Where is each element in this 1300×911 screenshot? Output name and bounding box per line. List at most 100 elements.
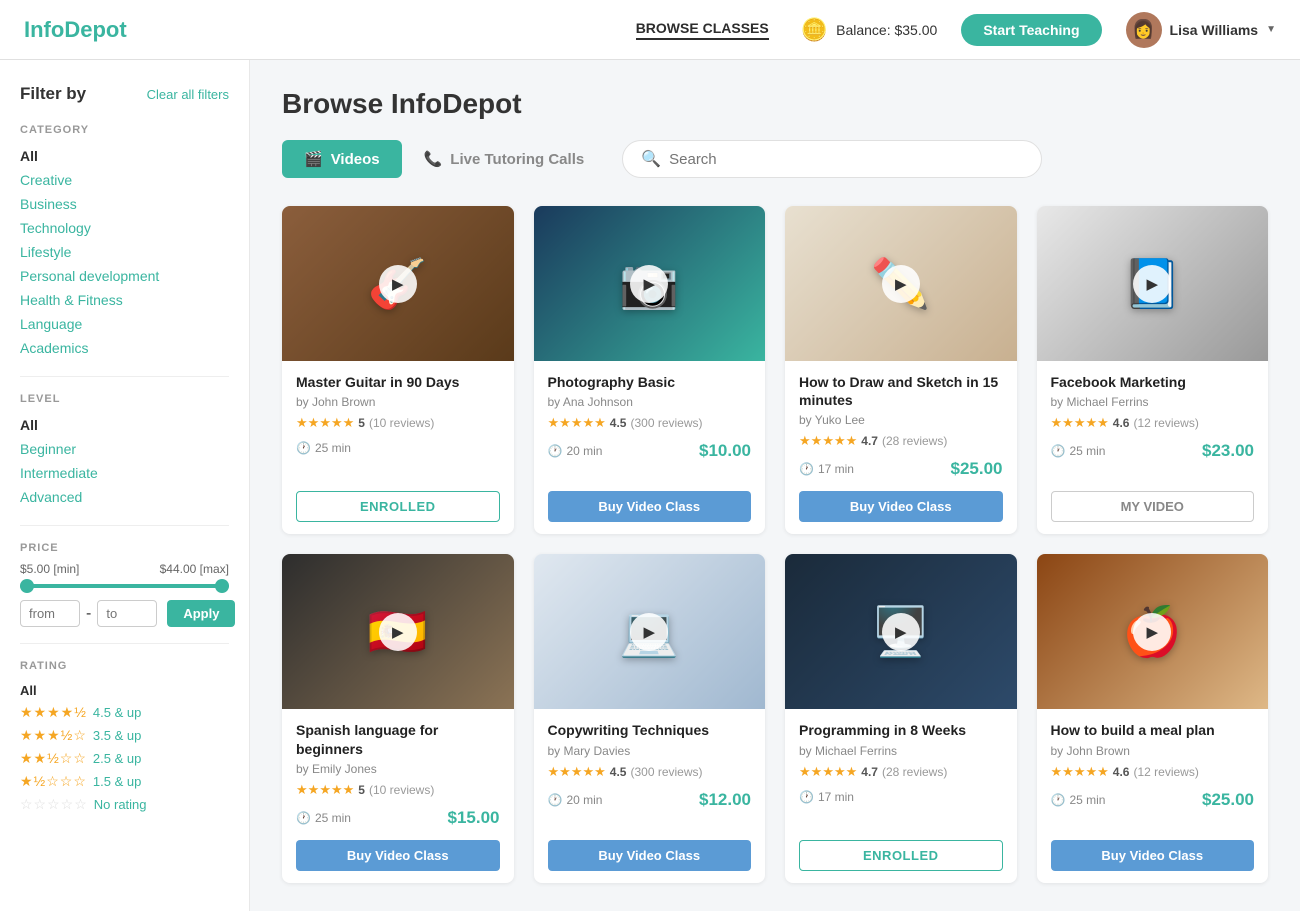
rating-4-5[interactable]: ★★★★½ 4.5 & up [20, 701, 229, 724]
buy-button[interactable]: Buy Video Class [799, 491, 1003, 522]
buy-button[interactable]: Buy Video Class [548, 491, 752, 522]
rating-none[interactable]: ☆☆☆☆☆ No rating [20, 793, 229, 816]
buy-button[interactable]: Buy Video Class [1051, 840, 1255, 871]
play-button[interactable]: ▶ [630, 265, 668, 303]
course-rating-row: ★★★★★ 4.7 (28 reviews) [799, 433, 1003, 449]
buy-button[interactable]: Buy Video Class [548, 840, 752, 871]
tab-tutoring-label: Live Tutoring Calls [450, 151, 584, 168]
user-menu[interactable]: 👩 Lisa Williams ▼ [1126, 12, 1276, 48]
sidebar-item-intermediate[interactable]: Intermediate [20, 461, 229, 485]
course-price: $25.00 [951, 459, 1003, 479]
play-button[interactable]: ▶ [882, 613, 920, 651]
course-body: How to build a meal plan by John Brown ★… [1037, 709, 1269, 839]
course-card: ✏️ ▶ How to Draw and Sketch in 15 minute… [785, 206, 1017, 534]
clock-icon: 🕐 [799, 462, 814, 476]
course-footer: Buy Video Class [1037, 840, 1269, 883]
course-body: Master Guitar in 90 Days by John Brown ★… [282, 361, 514, 491]
enrolled-button[interactable]: ENROLLED [799, 840, 1003, 871]
logo[interactable]: InfoDepot [24, 17, 127, 43]
price-from-input[interactable] [20, 600, 80, 627]
course-stars: ★★★★★ [1051, 415, 1109, 431]
course-author: by Yuko Lee [799, 413, 1003, 427]
thumbnail-image: 📷 ▶ [534, 206, 766, 361]
category-section-title: CATEGORY [20, 124, 229, 136]
course-title: Facebook Marketing [1051, 373, 1255, 391]
course-author: by Emily Jones [296, 762, 500, 776]
rating-1-5[interactable]: ★½☆☆☆ 1.5 & up [20, 770, 229, 793]
course-price: $15.00 [448, 808, 500, 828]
play-button[interactable]: ▶ [379, 613, 417, 651]
sidebar-item-technology[interactable]: Technology [20, 216, 229, 240]
play-button[interactable]: ▶ [1133, 265, 1171, 303]
tab-videos[interactable]: 🎬 Videos [282, 140, 402, 178]
enrolled-button[interactable]: ENROLLED [296, 491, 500, 522]
rating-2-5-label: 2.5 & up [93, 751, 141, 766]
sidebar-item-health[interactable]: Health & Fitness [20, 288, 229, 312]
sidebar-item-academics[interactable]: Academics [20, 336, 229, 360]
play-button[interactable]: ▶ [882, 265, 920, 303]
price-section-title: PRICE [20, 542, 229, 554]
price-to-input[interactable] [97, 600, 157, 627]
balance-text: Balance: $35.00 [836, 22, 937, 38]
course-meta: 🕐 17 min $25.00 [799, 459, 1003, 479]
rating-all[interactable]: All [20, 680, 229, 701]
sidebar-item-beginner[interactable]: Beginner [20, 437, 229, 461]
course-duration: 🕐 25 min [1051, 793, 1106, 807]
sidebar-item-creative[interactable]: Creative [20, 168, 229, 192]
course-price: $25.00 [1202, 790, 1254, 810]
price-slider-max-thumb[interactable] [215, 579, 229, 593]
browse-classes-link[interactable]: BROWSE CLASSES [636, 20, 769, 40]
price-slider-min-thumb[interactable] [20, 579, 34, 593]
sidebar-item-personal-dev[interactable]: Personal development [20, 264, 229, 288]
price-labels: $5.00 [min] $44.00 [max] [20, 562, 229, 576]
tab-live-tutoring[interactable]: 📞 Live Tutoring Calls [402, 140, 607, 178]
play-button[interactable]: ▶ [630, 613, 668, 651]
sidebar: Filter by Clear all filters CATEGORY All… [0, 60, 250, 911]
sidebar-item-language[interactable]: Language [20, 312, 229, 336]
thumbnail-image: 💻 ▶ [534, 554, 766, 709]
course-rating-num: 5 [358, 783, 365, 797]
course-footer: Buy Video Class [785, 491, 1017, 534]
buy-button[interactable]: Buy Video Class [296, 840, 500, 871]
sidebar-item-advanced[interactable]: Advanced [20, 485, 229, 509]
course-price: $23.00 [1202, 441, 1254, 461]
thumbnail-image: 🖥️ ▶ [785, 554, 1017, 709]
my-video-button[interactable]: MY VIDEO [1051, 491, 1255, 522]
rating-1-5-label: 1.5 & up [93, 774, 141, 789]
clear-filters-link[interactable]: Clear all filters [147, 87, 229, 102]
course-thumbnail: 🖥️ ▶ [785, 554, 1017, 709]
balance-icon: 🪙 [801, 17, 828, 43]
course-rating-num: 4.5 [610, 416, 627, 430]
sidebar-item-business[interactable]: Business [20, 192, 229, 216]
course-body: Facebook Marketing by Michael Ferrins ★★… [1037, 361, 1269, 491]
course-title: Spanish language for beginners [296, 721, 500, 757]
search-input[interactable] [669, 151, 1023, 168]
course-rating-row: ★★★★★ 4.6 (12 reviews) [1051, 764, 1255, 780]
price-slider-fill [20, 584, 229, 588]
rating-4-5-label: 4.5 & up [93, 705, 141, 720]
course-rating-row: ★★★★★ 4.7 (28 reviews) [799, 764, 1003, 780]
price-max-label: $44.00 [max] [160, 562, 229, 576]
play-button[interactable]: ▶ [379, 265, 417, 303]
rating-3-5[interactable]: ★★★½☆ 3.5 & up [20, 724, 229, 747]
course-reviews: (300 reviews) [630, 765, 702, 779]
course-reviews: (10 reviews) [369, 416, 434, 430]
course-author: by John Brown [296, 395, 500, 409]
course-meta: 🕐 25 min $25.00 [1051, 790, 1255, 810]
thumbnail-image: 🎸 ▶ [282, 206, 514, 361]
course-title: How to build a meal plan [1051, 721, 1255, 739]
price-slider-track [20, 584, 229, 588]
course-rating-row: ★★★★★ 5 (10 reviews) [296, 782, 500, 798]
sidebar-item-lifestyle[interactable]: Lifestyle [20, 240, 229, 264]
rating-all-label: All [20, 683, 37, 698]
price-apply-button[interactable]: Apply [167, 600, 235, 627]
course-stars: ★★★★★ [1051, 764, 1109, 780]
course-meta: 🕐 20 min $12.00 [548, 790, 752, 810]
course-rating-num: 4.6 [1113, 765, 1130, 779]
category-all[interactable]: All [20, 144, 229, 168]
play-button[interactable]: ▶ [1133, 613, 1171, 651]
level-all[interactable]: All [20, 413, 229, 437]
course-title: Programming in 8 Weeks [799, 721, 1003, 739]
rating-2-5[interactable]: ★★½☆☆ 2.5 & up [20, 747, 229, 770]
start-teaching-button[interactable]: Start Teaching [961, 14, 1101, 46]
